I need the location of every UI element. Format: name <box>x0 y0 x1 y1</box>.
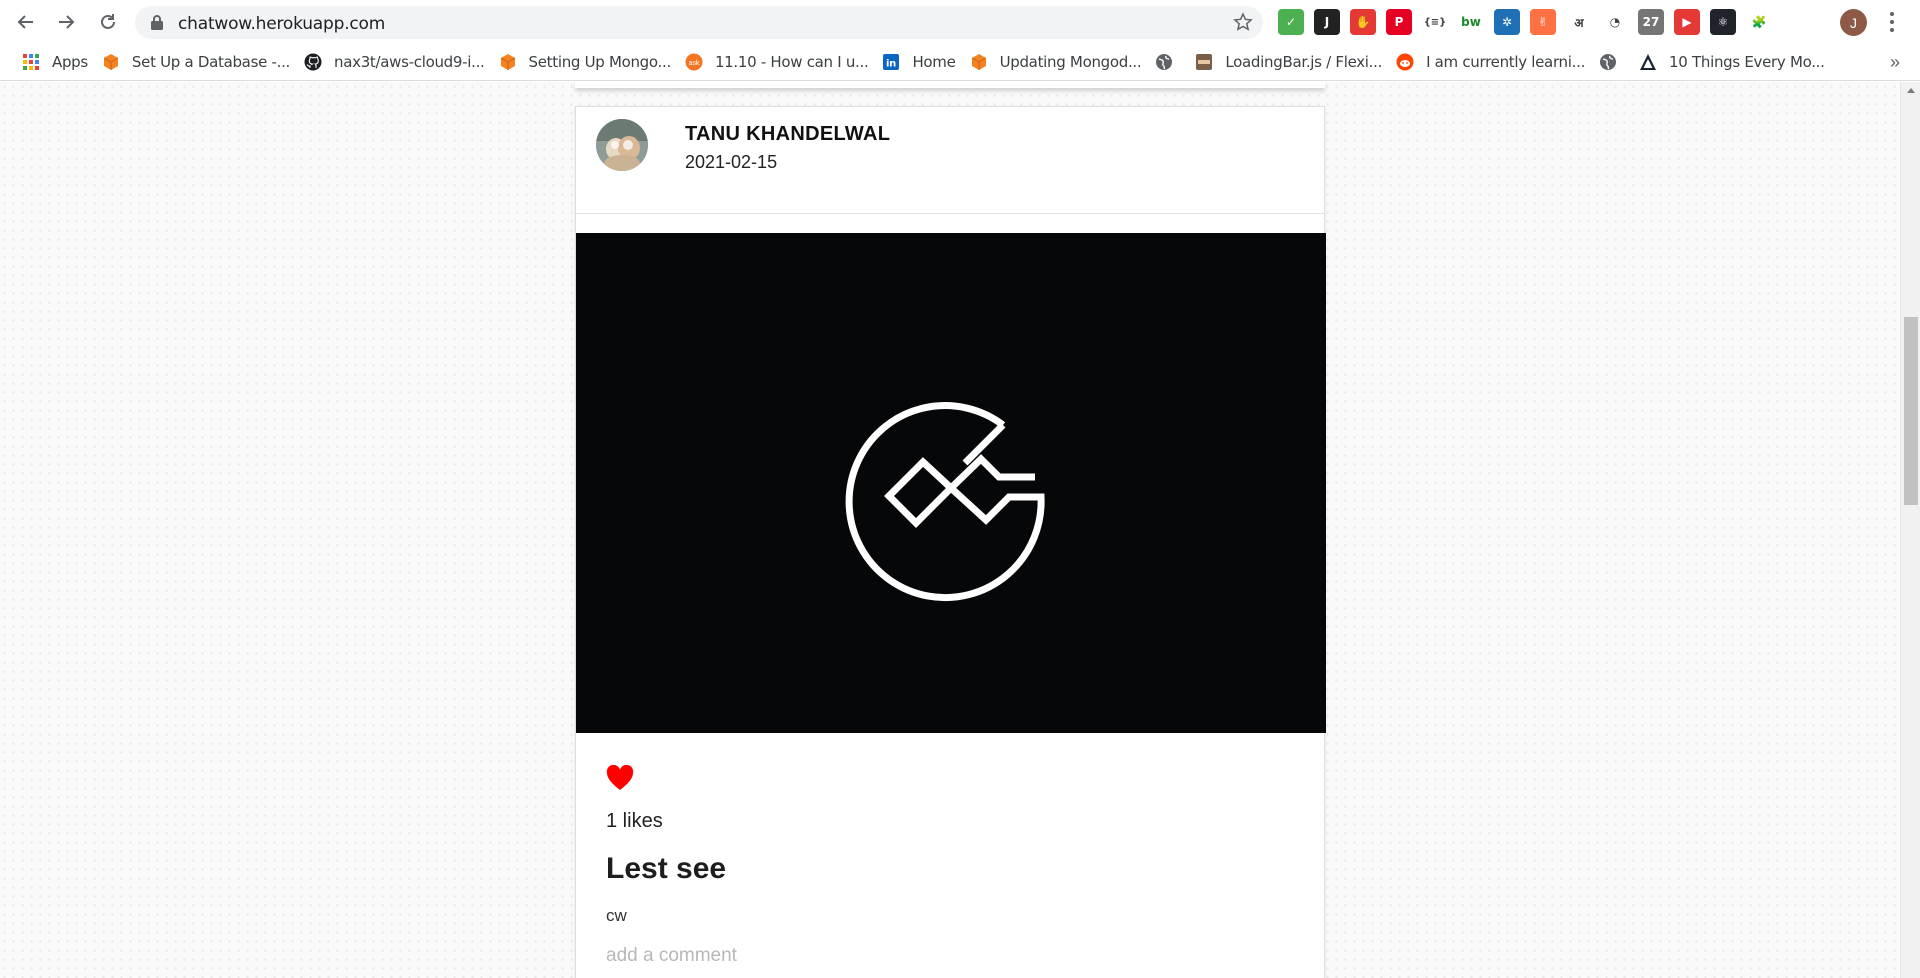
bookmark-star-icon[interactable] <box>1233 12 1253 32</box>
extension-glyph: J <box>1324 15 1330 29</box>
bookmark-label: Set Up a Database -... <box>131 53 291 71</box>
reload-button[interactable] <box>88 2 128 42</box>
scroll-thumb[interactable] <box>1904 317 1918 505</box>
adblock-extension[interactable]: ✋ <box>1350 9 1376 35</box>
post-title: Lest see <box>606 852 727 885</box>
aws-cube-icon <box>102 53 120 71</box>
profile-avatar[interactable]: J <box>1840 9 1867 36</box>
bookmark-label: 11.10 - How can I u... <box>714 53 869 71</box>
svg-text:in: in <box>886 59 896 70</box>
bookmark-label: Updating Mongod... <box>999 53 1142 71</box>
extension-glyph: bw <box>1461 15 1481 29</box>
json-extension[interactable]: {≡} <box>1422 9 1448 35</box>
lock-icon <box>151 15 163 30</box>
reddit-icon <box>1396 53 1414 71</box>
bookmark-label: I am currently learni... <box>1426 53 1586 71</box>
globe-icon <box>1599 53 1617 71</box>
extensions-toolbar: ✓ J ✋ P {≡} bw ✲ ✌ अ ◔ 27 ▶ ⚛ 🧩 <box>1278 9 1782 35</box>
dogs-photo-icon <box>596 119 648 171</box>
author-avatar[interactable] <box>596 119 648 171</box>
post-image <box>576 233 1326 733</box>
extension-glyph: ✌ <box>1537 15 1549 29</box>
page-viewport: TANU KHANDELWAL 2021-02-15 1 likes Lest … <box>0 82 1900 978</box>
loadingbar-icon <box>1195 53 1213 71</box>
triangle-logo-icon <box>1639 53 1657 71</box>
previous-post-card-edge <box>575 82 1325 88</box>
orange-hand-extension[interactable]: ✌ <box>1530 9 1556 35</box>
bookmark-item[interactable] <box>1151 48 1191 76</box>
mail-check-extension[interactable]: ✓ <box>1278 9 1304 35</box>
bookmark-item[interactable]: 10 Things Every Mo... <box>1635 48 1835 76</box>
bookmark-item[interactable]: nax3t/aws-cloud9-i... <box>300 48 495 76</box>
aws-cube-icon <box>970 53 988 71</box>
hindi-extension[interactable]: अ <box>1566 9 1592 35</box>
blue-wheel-extension[interactable]: ✲ <box>1494 9 1520 35</box>
arrow-left-icon <box>17 15 33 29</box>
askubuntu-icon: ask <box>685 53 703 71</box>
bookmark-label: nax3t/aws-cloud9-i... <box>334 53 485 71</box>
post-date: 2021-02-15 <box>685 152 778 172</box>
more-bookmarks-chevron[interactable]: » <box>1890 52 1900 73</box>
post-card: TANU KHANDELWAL 2021-02-15 1 likes Lest … <box>575 106 1326 978</box>
back-button[interactable] <box>6 2 46 42</box>
bookmark-label: Apps <box>52 53 88 71</box>
react-devtools-extension[interactable]: ⚛ <box>1710 9 1736 35</box>
calendar-extension[interactable]: 27 <box>1638 9 1664 35</box>
extension-glyph: ✋ <box>1355 15 1371 29</box>
page-scrollbar[interactable] <box>1900 82 1920 978</box>
extension-glyph: ▶ <box>1682 15 1692 29</box>
extension-glyph: ⚛ <box>1717 15 1729 29</box>
bookmark-item[interactable]: Set Up a Database -... <box>98 48 300 76</box>
likes-count: 1 likes <box>606 810 663 832</box>
bookmark-label: Setting Up Mongo... <box>528 53 672 71</box>
extension-glyph: ✲ <box>1501 15 1513 29</box>
bookmark-item[interactable]: LoadingBar.js / Flexi... <box>1191 48 1392 76</box>
apps-grid-icon <box>22 53 40 71</box>
bookmark-label: 10 Things Every Mo... <box>1669 53 1825 71</box>
clock-extension[interactable]: ◔ <box>1602 9 1628 35</box>
svg-text:ask: ask <box>688 59 700 67</box>
post-header: TANU KHANDELWAL 2021-02-15 <box>576 107 1324 214</box>
puzzle-extension[interactable]: 🧩 <box>1746 9 1772 35</box>
browser-toolbar: chatwow.herokuapp.com ✓ J ✋ P {≡} bw ✲ ✌ अ ◔ 27 ▶ ⚛ 🧩… <box>0 0 1920 44</box>
linkedin-icon: in <box>882 53 900 71</box>
post-body: cw <box>606 906 627 925</box>
address-bar[interactable]: chatwow.herokuapp.com <box>135 6 1263 39</box>
bw-extension[interactable]: bw <box>1458 9 1484 35</box>
browser-menu-button[interactable] <box>1882 10 1902 34</box>
terminal-extension[interactable]: J <box>1314 9 1340 35</box>
bookmark-label: LoadingBar.js / Flexi... <box>1225 53 1383 71</box>
cw-logo-icon <box>845 402 1045 602</box>
scroll-up-arrow[interactable] <box>1907 88 1915 93</box>
bookmark-item[interactable]: I am currently learni... <box>1392 48 1595 76</box>
github-icon <box>304 53 322 71</box>
aws-cube-icon <box>499 53 517 71</box>
bookmark-item[interactable]: ask 11.10 - How can I u... <box>681 48 879 76</box>
heart-like-icon[interactable] <box>606 765 634 791</box>
author-name[interactable]: TANU KHANDELWAL <box>685 123 890 146</box>
extension-glyph: 🧩 <box>1751 15 1767 29</box>
reload-icon <box>101 14 115 29</box>
url-text: chatwow.herokuapp.com <box>178 14 386 34</box>
bookmark-item[interactable]: Updating Mongod... <box>966 48 1152 76</box>
extension-glyph: P <box>1394 15 1404 29</box>
extension-glyph: {≡} <box>1423 16 1447 28</box>
extension-glyph: ✓ <box>1285 15 1297 29</box>
extension-glyph: 27 <box>1642 15 1660 29</box>
pinterest-extension[interactable]: P <box>1386 9 1412 35</box>
extension-glyph: ◔ <box>1609 15 1621 29</box>
extension-glyph: अ <box>1574 15 1584 30</box>
bookmarks-bar: Apps Set Up a Database -... nax3t/aws-clou… <box>0 44 1920 81</box>
youtube-extension[interactable]: ▶ <box>1674 9 1700 35</box>
bookmark-item[interactable]: Apps <box>18 48 98 76</box>
comment-input[interactable] <box>606 945 1286 967</box>
arrow-right-icon <box>59 15 75 29</box>
bookmark-item[interactable] <box>1595 48 1635 76</box>
bookmark-label: Home <box>912 53 956 71</box>
bookmark-item[interactable]: Setting Up Mongo... <box>495 48 681 76</box>
bookmark-item[interactable]: in Home <box>878 48 965 76</box>
forward-button[interactable] <box>46 2 86 42</box>
globe-icon <box>1155 53 1173 71</box>
